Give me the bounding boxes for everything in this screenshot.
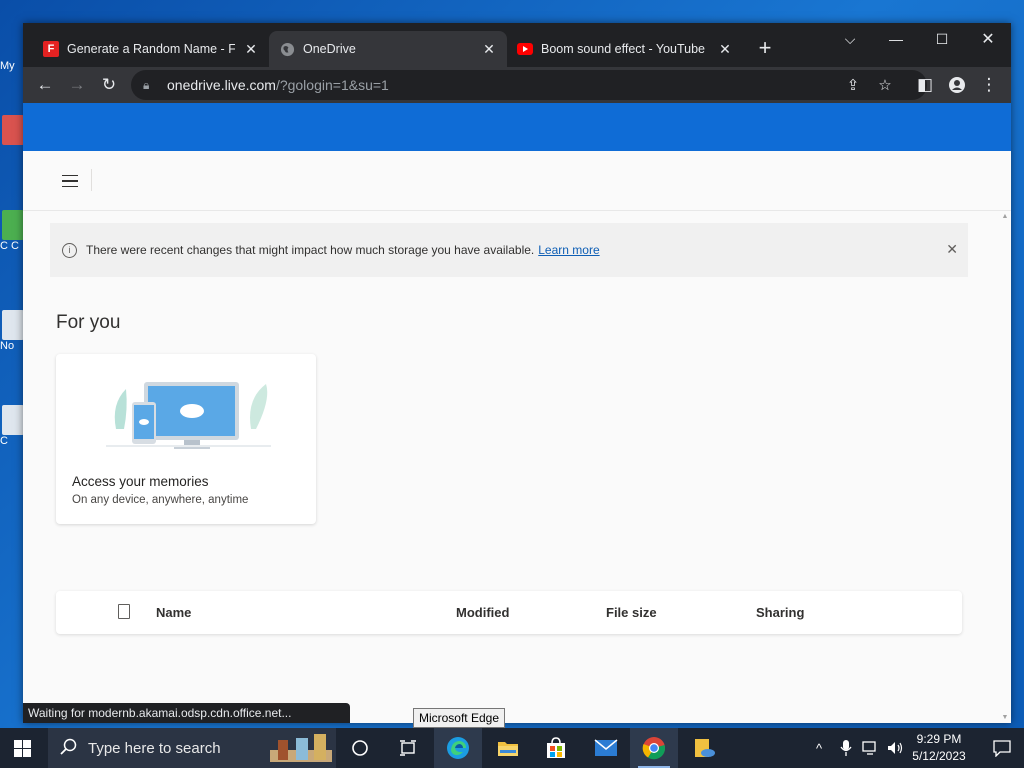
profile-icon[interactable]: [943, 71, 971, 99]
info-icon: i: [62, 242, 77, 258]
maximize-button[interactable]: ☐: [919, 23, 965, 55]
desktop-icon-label: C C: [0, 240, 19, 252]
tab-random-name[interactable]: F Generate a Random Name - Fak ✕: [33, 31, 269, 67]
column-name[interactable]: Name: [156, 605, 191, 620]
column-modified[interactable]: Modified: [456, 605, 509, 620]
volume-icon[interactable]: [886, 728, 904, 768]
onedrive-folder-icon[interactable]: [680, 728, 728, 768]
youtube-icon: [517, 41, 533, 57]
scroll-down-icon[interactable]: ▼: [1001, 714, 1009, 721]
new-tab-button[interactable]: +: [753, 37, 777, 59]
tab-search-chevron-icon[interactable]: ⌵: [827, 23, 873, 55]
chrome-icon[interactable]: [630, 728, 678, 768]
devices-illustration: [106, 382, 271, 449]
tab-onedrive[interactable]: OneDrive ✕: [269, 31, 507, 67]
clock-date: 5/12/2023: [912, 749, 966, 763]
column-file-size[interactable]: File size: [606, 605, 657, 620]
lock-icon[interactable]: 🔒︎: [143, 78, 157, 93]
page-viewport: i There were recent changes that might i…: [23, 103, 1011, 723]
hamburger-menu-icon[interactable]: [57, 169, 83, 193]
search-placeholder: Type here to search: [88, 739, 221, 757]
forward-button[interactable]: →: [63, 71, 91, 99]
search-icon: [60, 738, 80, 758]
browser-window: F Generate a Random Name - Fak ✕ OneDriv…: [23, 23, 1011, 723]
onedrive-header: [23, 103, 1011, 151]
minimize-button[interactable]: —: [873, 23, 919, 55]
mail-icon[interactable]: [582, 728, 630, 768]
notification-center-icon[interactable]: [980, 728, 1024, 768]
learn-more-link[interactable]: Learn more: [538, 243, 599, 257]
fake-name-favicon-icon: F: [43, 41, 59, 57]
reload-button[interactable]: ↻: [95, 71, 123, 99]
tab-close-icon[interactable]: ✕: [717, 41, 733, 58]
page-scrollbar[interactable]: ▲ ▼: [999, 211, 1011, 723]
desktop-icon-label: No: [0, 340, 15, 352]
memories-card[interactable]: Access your memories On any device, anyw…: [56, 354, 316, 524]
desktop-icon-my-computer[interactable]: My: [0, 60, 24, 72]
card-title: Access your memories: [72, 474, 209, 489]
desktop-icon[interactable]: C: [0, 405, 24, 447]
taskbar-search-input[interactable]: Type here to search: [48, 728, 336, 768]
tab-title: OneDrive: [303, 42, 356, 56]
share-icon[interactable]: ⇪: [839, 70, 867, 100]
cortana-icon[interactable]: [336, 728, 384, 768]
desktop-icon-notepad[interactable]: No: [0, 310, 24, 352]
command-bar: [23, 151, 1011, 211]
network-icon[interactable]: [862, 728, 880, 768]
url-path: /?gologin=1&su=1: [275, 77, 389, 93]
desktop-icon-label: C: [0, 435, 8, 447]
bookmark-star-icon[interactable]: ☆: [871, 70, 899, 100]
notice-text: There were recent changes that might imp…: [86, 243, 535, 257]
tab-youtube[interactable]: Boom sound effect - YouTube ✕: [507, 31, 743, 67]
tab-close-icon[interactable]: ✕: [481, 41, 497, 58]
tab-close-icon[interactable]: ✕: [243, 41, 259, 58]
tab-strip: F Generate a Random Name - Fak ✕ OneDriv…: [23, 23, 1011, 67]
taskbar-tooltip: Microsoft Edge: [413, 708, 505, 728]
storage-notice-banner: i There were recent changes that might i…: [50, 223, 968, 277]
column-sharing[interactable]: Sharing: [756, 605, 804, 620]
desktop-icon[interactable]: C C: [0, 210, 24, 252]
edge-icon[interactable]: [434, 728, 482, 768]
show-hidden-icons-icon[interactable]: ^: [816, 728, 822, 768]
clock-time: 9:29 PM: [916, 732, 962, 746]
tab-title: Generate a Random Name - Fak: [67, 42, 235, 56]
microsoft-store-icon[interactable]: [532, 728, 580, 768]
globe-icon: [279, 41, 295, 57]
url-host: onedrive.live.com: [167, 77, 276, 93]
file-type-icon[interactable]: [118, 604, 130, 619]
main-content: i There were recent changes that might i…: [23, 211, 999, 723]
system-clock[interactable]: 9:29 PM 5/12/2023: [908, 731, 970, 765]
file-list-header: Name Modified File size Sharing: [56, 591, 962, 634]
microphone-icon[interactable]: [840, 728, 852, 768]
desktop-icon[interactable]: [0, 115, 24, 145]
windows-start-icon[interactable]: [14, 740, 31, 757]
back-button[interactable]: ←: [31, 71, 59, 99]
address-bar[interactable]: 🔒︎ onedrive.live.com/?gologin=1&su=1 ⇪ ☆: [131, 70, 927, 100]
task-view-icon[interactable]: [384, 728, 432, 768]
section-title: For you: [56, 312, 121, 333]
divider: [91, 169, 92, 191]
status-bubble: Waiting for modernb.akamai.odsp.cdn.offi…: [23, 703, 350, 723]
close-window-button[interactable]: ✕: [965, 23, 1011, 55]
browser-toolbar: ← → ↻ 🔒︎ onedrive.live.com/?gologin=1&su…: [23, 67, 1011, 103]
side-panel-icon[interactable]: ◧: [911, 71, 939, 99]
desktop-icon-label: My: [0, 60, 15, 72]
search-highlight-icon: [270, 732, 332, 768]
taskbar: Type here to search ^ 9:29 PM 5/12/2023: [0, 728, 1024, 768]
scroll-up-icon[interactable]: ▲: [1001, 213, 1009, 220]
menu-kebab-icon[interactable]: ⋮: [975, 71, 1003, 99]
dismiss-notice-icon[interactable]: ✕: [946, 241, 958, 258]
file-explorer-icon[interactable]: [484, 728, 532, 768]
tab-title: Boom sound effect - YouTube: [541, 42, 706, 56]
card-subtitle: On any device, anywhere, anytime: [72, 494, 249, 506]
